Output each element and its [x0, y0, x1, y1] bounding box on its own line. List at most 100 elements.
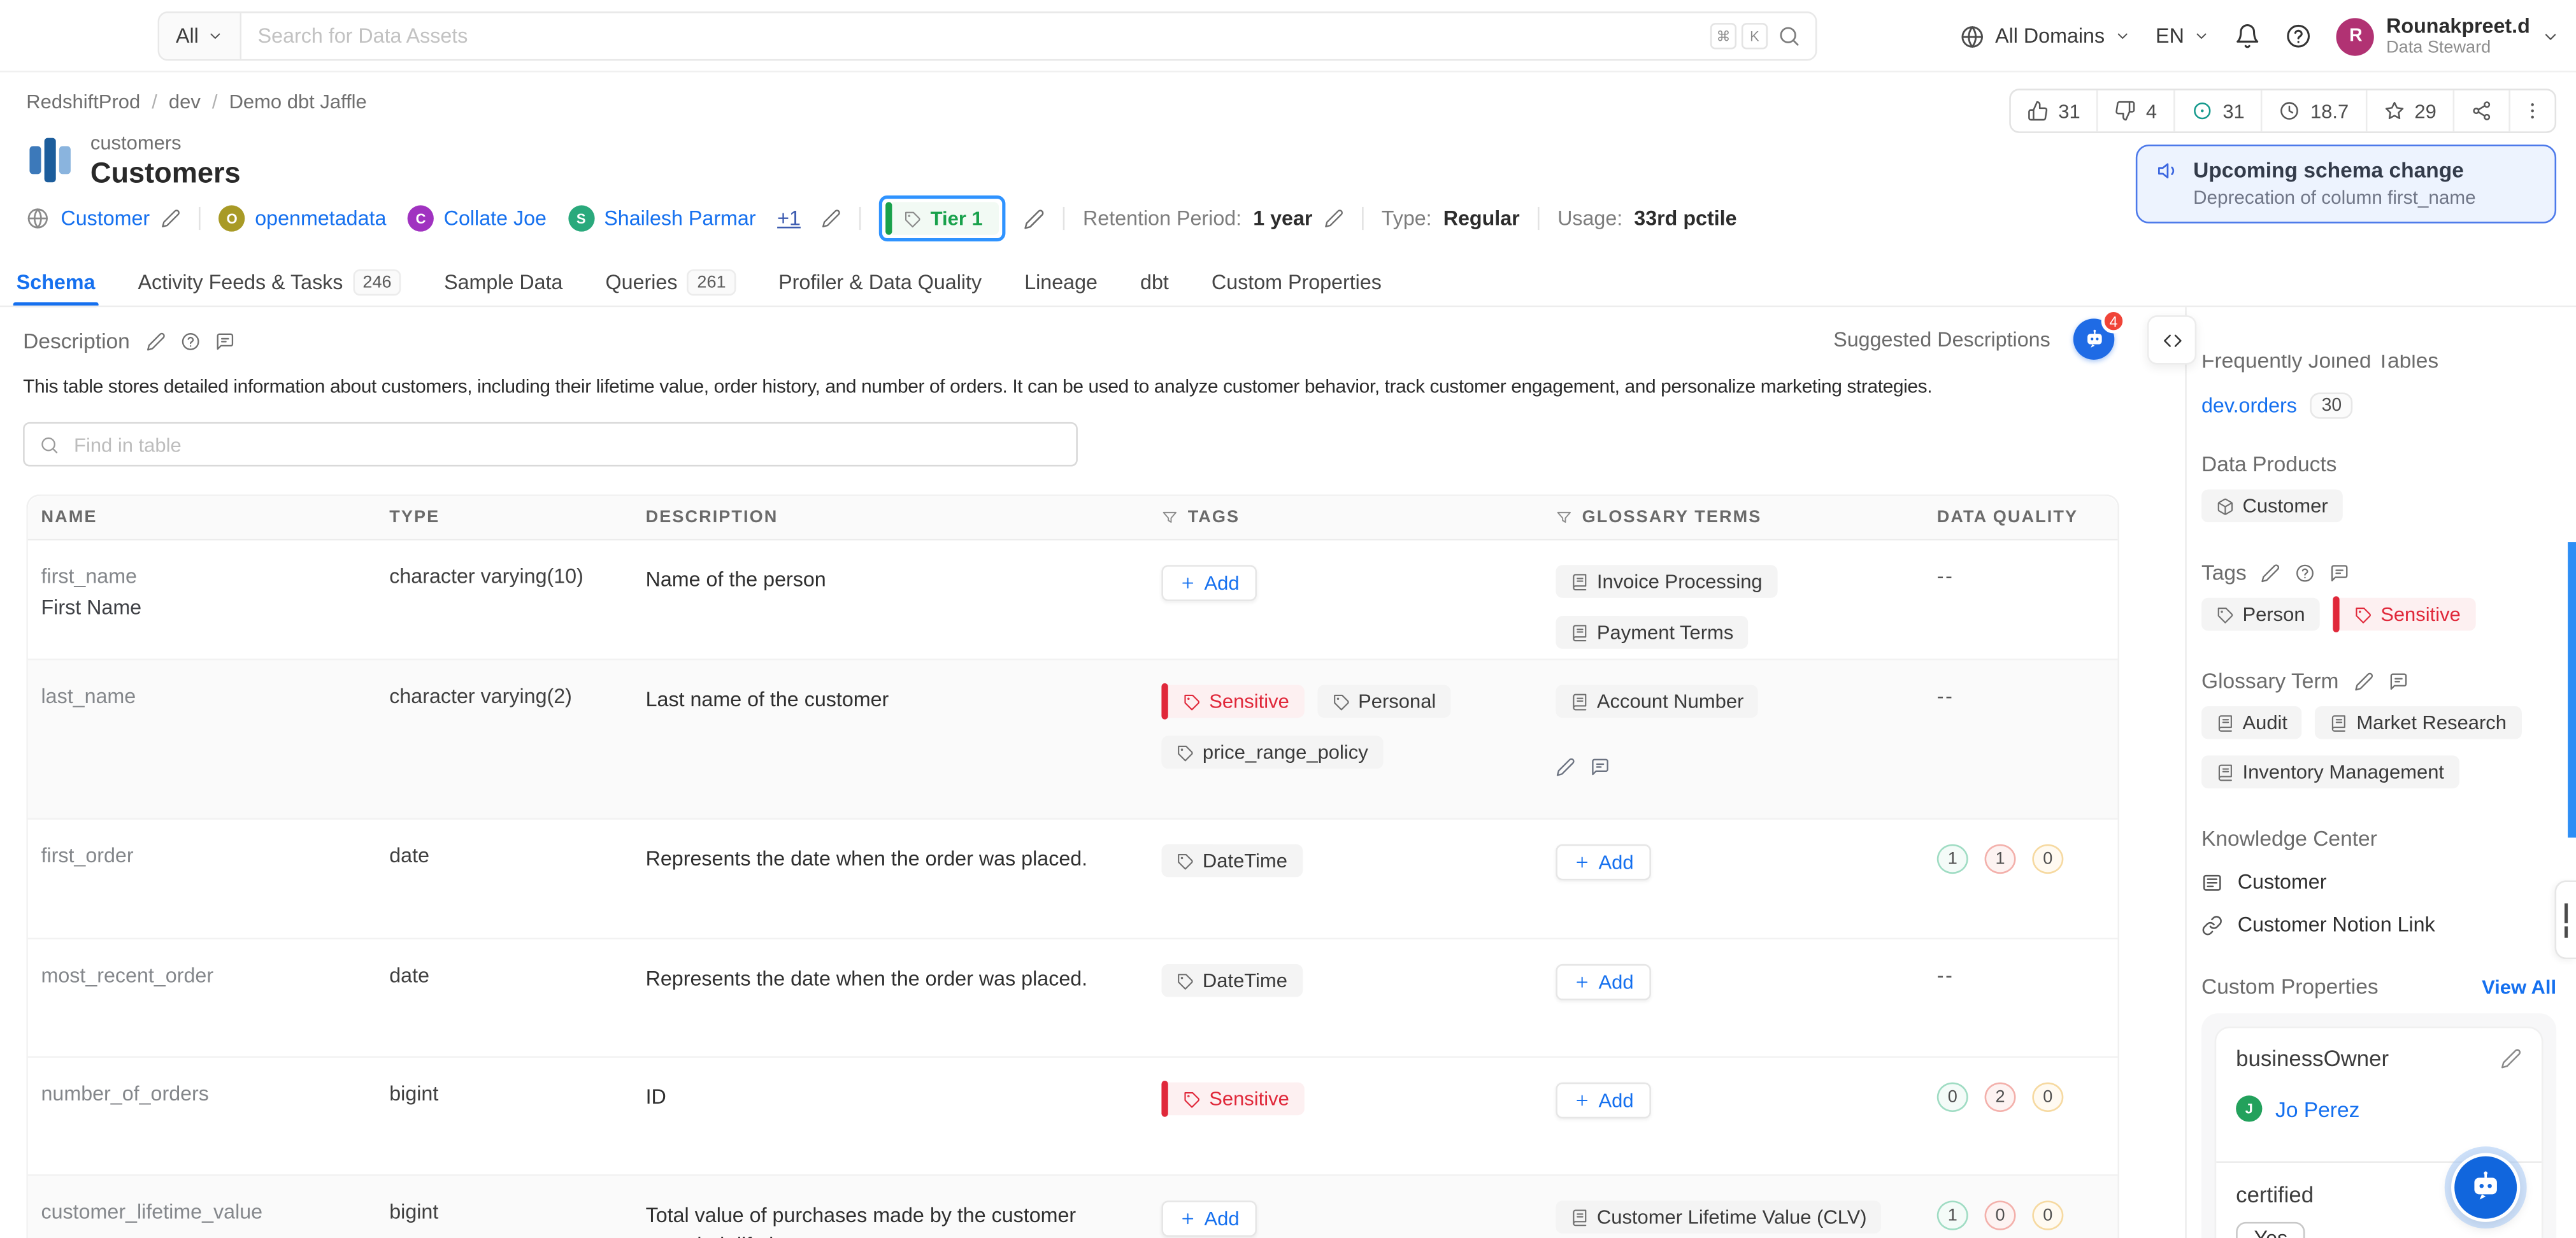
more-options-button[interactable]	[2510, 90, 2555, 131]
dq-success-count[interactable]: 1	[1936, 1200, 1968, 1230]
edit-tier-icon[interactable]	[1024, 208, 1045, 229]
tab-lineage[interactable]: Lineage	[1024, 259, 1098, 305]
notifications-bell-icon[interactable]	[2235, 23, 2261, 49]
ai-robot-icon[interactable]: 4	[2073, 308, 2126, 360]
glossary-term-chip[interactable]: Invoice Processing	[1556, 565, 1777, 598]
dq-failed-count[interactable]: 0	[1984, 1200, 2016, 1230]
tab-queries[interactable]: Queries 261	[606, 259, 736, 305]
share-button[interactable]	[2454, 90, 2510, 132]
knowledge-link-item[interactable]: Customer Notion Link	[2201, 913, 2556, 936]
glossary-term-chip[interactable]: Payment Terms	[1556, 616, 1749, 649]
edit-domain-icon[interactable]	[161, 209, 181, 229]
tags-conversation-icon[interactable]	[2330, 562, 2350, 582]
breadcrumb-item[interactable]: dev	[169, 90, 201, 113]
downvote-button[interactable]: 4	[2098, 90, 2175, 132]
glossary-term-chip[interactable]: Audit	[2201, 706, 2303, 739]
knowledge-article-item[interactable]: Customer	[2201, 871, 2556, 893]
search-icon[interactable]	[1778, 25, 1801, 48]
code-icon	[2161, 329, 2183, 351]
collapse-panel-button[interactable]	[2147, 315, 2197, 365]
tag-chip[interactable]: Personal	[1317, 685, 1451, 718]
tab-sample-data[interactable]: Sample Data	[444, 259, 562, 305]
breadcrumb-item[interactable]: RedshiftProd	[26, 90, 140, 113]
filter-funnel-icon[interactable]	[1556, 509, 1572, 526]
edit-owners-icon[interactable]	[822, 209, 841, 229]
description-conversation-icon[interactable]	[215, 331, 235, 351]
cell-data-quality: 020	[1924, 1058, 2121, 1174]
more-owners-link[interactable]: +1	[777, 207, 801, 230]
add-glossary-term-button[interactable]: Add	[1556, 964, 1652, 1000]
data-product-chip[interactable]: Customer	[2201, 489, 2343, 523]
add-label: Add	[1598, 971, 1634, 994]
filter-funnel-icon[interactable]	[1161, 509, 1178, 526]
request-description-icon[interactable]	[181, 331, 201, 351]
ai-chat-button[interactable]	[2451, 1153, 2521, 1222]
upvote-button[interactable]: 31	[2010, 90, 2099, 132]
glossary-term-chip[interactable]: Customer Lifetime Value (CLV)	[1556, 1200, 1882, 1234]
tag-chip[interactable]: DateTime	[1161, 844, 1303, 878]
tier-badge[interactable]: Tier 1	[879, 195, 1006, 242]
cell-type: bigint	[376, 1058, 633, 1174]
add-tag-button[interactable]: Add	[1161, 565, 1257, 601]
tag-chip[interactable]: Sensitive	[2333, 596, 2476, 632]
frequently-joined-title: Frequently Joined Tables	[2201, 355, 2439, 373]
dq-success-count[interactable]: 1	[1936, 844, 1968, 874]
add-glossary-term-button[interactable]: Add	[1556, 1082, 1652, 1119]
edit-glossary-icon[interactable]	[2354, 671, 2373, 691]
tag-icon	[1177, 851, 1194, 869]
edit-retention-icon[interactable]	[1324, 209, 1344, 229]
request-tags-icon[interactable]	[2296, 562, 2315, 582]
edit-glossary-icon[interactable]	[1556, 757, 1575, 777]
column-type: date	[389, 844, 430, 867]
view-all-link[interactable]: View All	[2482, 975, 2556, 998]
joined-table-link[interactable]: dev.orders	[2201, 394, 2297, 417]
tag-chip[interactable]: price_range_policy	[1161, 736, 1383, 769]
edit-tags-icon[interactable]	[2261, 562, 2281, 582]
breadcrumb-item[interactable]: Demo dbt Jaffle	[229, 90, 367, 113]
glossary-term-chip[interactable]: Market Research	[2315, 706, 2522, 739]
scrollbar-thumb[interactable]	[2568, 542, 2576, 838]
owner-link[interactable]: Shailesh Parmar	[604, 207, 755, 230]
business-owner-link[interactable]: Jo Perez	[2275, 1097, 2359, 1121]
help-icon[interactable]	[2286, 23, 2312, 49]
tag-chip[interactable]: DateTime	[1161, 964, 1303, 997]
history-button[interactable]: 18.7	[2263, 90, 2367, 132]
glossary-term-chip[interactable]: Account Number	[1556, 685, 1759, 718]
tab-profiler-data-quality[interactable]: Profiler & Data Quality	[778, 259, 982, 305]
side-drawer-handle[interactable]	[2554, 880, 2576, 960]
dq-success-count[interactable]: 0	[1936, 1082, 1968, 1113]
dq-aborted-count[interactable]: 0	[2032, 844, 2064, 874]
domains-dropdown[interactable]: All Domains	[1961, 24, 2131, 48]
find-in-table-input[interactable]	[70, 431, 1062, 458]
owner-link[interactable]: Collate Joe	[444, 207, 547, 230]
domain-link[interactable]: Customer	[61, 207, 150, 230]
edit-description-icon[interactable]	[147, 331, 166, 351]
tab-activity-feeds-tasks[interactable]: Activity Feeds & Tasks 246	[138, 259, 402, 305]
dq-failed-count[interactable]: 2	[1984, 1082, 2016, 1113]
user-menu[interactable]: R Rounakpreet.d Data Steward	[2336, 15, 2560, 58]
owner-item: S Shailesh Parmar	[568, 205, 756, 232]
dq-failed-count[interactable]: 1	[1984, 844, 2016, 874]
add-tag-button[interactable]: Add	[1161, 1200, 1257, 1237]
tab-custom-properties[interactable]: Custom Properties	[1212, 259, 1382, 305]
owner-link[interactable]: openmetadata	[255, 207, 386, 230]
language-dropdown[interactable]: EN	[2156, 25, 2210, 48]
edit-property-icon[interactable]	[2500, 1048, 2522, 1069]
dq-aborted-count[interactable]: 0	[2032, 1082, 2064, 1113]
dq-aborted-count[interactable]: 0	[2032, 1200, 2064, 1230]
add-glossary-term-button[interactable]: Add	[1556, 844, 1652, 881]
search-scope-dropdown[interactable]: All	[159, 13, 241, 59]
glossary-conversation-icon[interactable]	[2388, 671, 2408, 691]
announcement-banner[interactable]: Upcoming schema change Deprecation of co…	[2135, 144, 2557, 224]
suggested-descriptions-button[interactable]: Suggested Descriptions 4	[1833, 308, 2126, 360]
search-input[interactable]	[241, 24, 1710, 48]
tag-chip[interactable]: Person	[2201, 597, 2320, 631]
glossary-term-chip[interactable]: Inventory Management	[2201, 755, 2459, 788]
tag-chip[interactable]: Sensitive	[1161, 683, 1305, 720]
tag-chip[interactable]: Sensitive	[1161, 1081, 1305, 1117]
version-button[interactable]: 31	[2175, 90, 2263, 132]
tab-dbt[interactable]: dbt	[1140, 259, 1169, 305]
glossary-conversation-icon[interactable]	[1591, 757, 1610, 777]
follow-button[interactable]: 29	[2367, 90, 2455, 132]
tab-schema[interactable]: Schema	[13, 259, 99, 308]
